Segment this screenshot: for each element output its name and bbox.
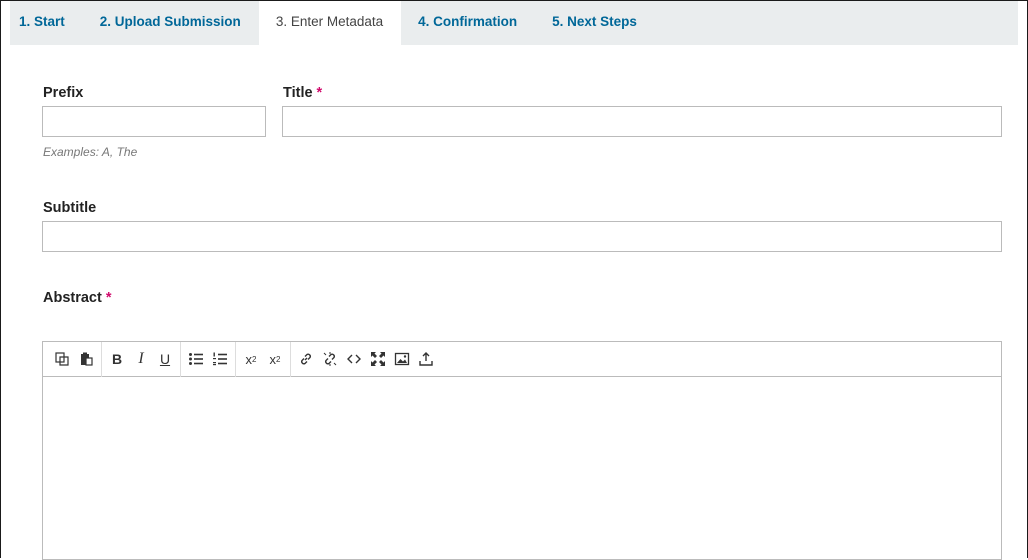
prefix-hint: Examples: A, The xyxy=(43,145,138,159)
prefix-input[interactable] xyxy=(42,106,266,137)
subscript-icon[interactable]: x2 xyxy=(263,347,287,371)
toolbar-group-lists xyxy=(181,341,236,377)
tab-enter-metadata[interactable]: 3. Enter Metadata xyxy=(258,1,402,45)
tab-upload-submission[interactable]: 2. Upload Submission xyxy=(83,1,259,45)
prefix-label-text: Prefix xyxy=(43,85,84,101)
superscript-icon[interactable]: x2 xyxy=(239,347,263,371)
toolbar-group-insert xyxy=(291,342,441,377)
bullet-list-icon[interactable] xyxy=(184,347,208,371)
title-input[interactable] xyxy=(282,106,1002,137)
abstract-editor-body[interactable] xyxy=(43,377,1001,559)
toolbar-group-clipboard xyxy=(47,341,102,377)
copy-icon[interactable] xyxy=(50,347,74,371)
underline-icon[interactable]: U xyxy=(153,347,177,371)
numbered-list-icon[interactable] xyxy=(208,347,232,371)
upload-icon[interactable] xyxy=(414,347,438,371)
fullscreen-icon[interactable] xyxy=(366,347,390,371)
metadata-form: Prefix Examples: A, The Title * Subtitle … xyxy=(10,45,1018,560)
tab-start[interactable]: 1. Start xyxy=(10,1,83,45)
subtitle-input[interactable] xyxy=(42,221,1002,252)
paste-icon[interactable] xyxy=(74,347,98,371)
unlink-icon[interactable] xyxy=(318,347,342,371)
toolbar-group-format: B I U xyxy=(102,341,181,377)
subtitle-label-text: Subtitle xyxy=(43,200,97,216)
abstract-label: Abstract * xyxy=(43,290,111,306)
editor-toolbar: B I U x2 x2 xyxy=(43,341,1001,377)
abstract-editor: B I U x2 x2 xyxy=(42,341,1002,560)
toolbar-group-script: x2 x2 xyxy=(236,341,291,377)
title-required-mark: * xyxy=(316,85,323,101)
italic-icon[interactable]: I xyxy=(129,347,153,371)
abstract-required-mark: * xyxy=(105,290,112,306)
image-icon[interactable] xyxy=(390,347,414,371)
code-icon[interactable] xyxy=(342,347,366,371)
title-label-text: Title xyxy=(283,85,313,101)
wizard-tabs: 1. Start 2. Upload Submission 3. Enter M… xyxy=(10,1,1018,45)
abstract-label-text: Abstract xyxy=(43,290,102,306)
tab-next-steps[interactable]: 5. Next Steps xyxy=(535,1,655,45)
prefix-label: Prefix xyxy=(43,85,83,101)
subtitle-label: Subtitle xyxy=(43,200,96,216)
submission-wizard: 1. Start 2. Upload Submission 3. Enter M… xyxy=(0,0,1028,560)
title-label: Title * xyxy=(283,85,322,101)
bold-icon[interactable]: B xyxy=(105,347,129,371)
tab-confirmation[interactable]: 4. Confirmation xyxy=(401,1,535,45)
link-icon[interactable] xyxy=(294,347,318,371)
